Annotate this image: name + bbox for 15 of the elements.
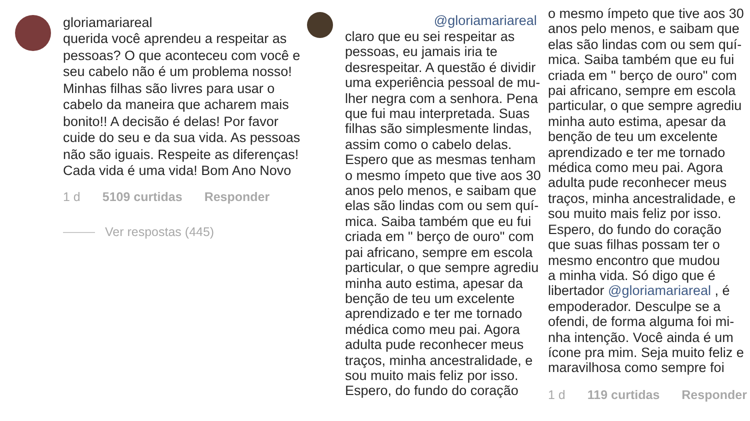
reply-text: claro que eu sei respeitar as pessoas, eu jamais iria te desrespeitar. A questão é dividir uma experiência pessoal de mu- lher negra com a senhora. Pena que fui mau interpretada. Suas filhas são simplesmente lindas, assim como o cabelo delas. Espero que as mesmas tenham o mesmo ímpeto que tive aos 30 anos pelo menos, e saibam que elas são lindas com ou sem quí- mica. Saiba também que eu fui criada em " berço de ouro" com pai africano, sempre em escola particular, o que sempre agrediu minha auto estima, apesar da benção de teu um excelente aprendizado e ter me tornado médica como meu pai. Agora adulta pude reconhecer meus traços, minha ancestralidade, e sou muito mais feliz por isso. Espero, do fundo do coração: [345, 29, 541, 399]
mention-link[interactable]: @gloriamariareal: [434, 12, 537, 29]
likes-count[interactable]: 119 curtidas: [587, 386, 660, 404]
comment-time: 1 d: [63, 188, 80, 206]
comment-text: querida você aprendeu a respeitar as pessoas? O que aconteceu com você e seu cabelo não é um problema nosso! Minhas filhas são livres para usar o cabelo da maneira que acharem mais bonito!! A decisão é delas! Por favor cuide do seu e da sua vida. As pessoas não são iguais. Respeite as diferenças! Cada vida é uma vida! Bom Ano Novo: [63, 31, 300, 180]
reply-link[interactable]: Responder: [204, 188, 270, 206]
reply-text: o mesmo ímpeto que tive aos 30 anos pelo menos, e saibam que elas são lindas com ou sem quí- mica. Saiba também que eu fui criada em " berço de ouro" com pai africano, sempre em escola particular, o que sempre agrediu minha auto estima, apesar da benção de teu um excelente aprendizado e ter me tornado médica como meu pai. Agora adulta pude reconhecer meus traços, minha ancestralidade, e sou muito mais feliz por isso. Espero, do fundo do coração que suas filhas possam ter o mesmo encontro que mudou a minha vida. Só digo que é libertador @gloriamariareal , é empoderador. Desculpe se a ofendi, de forma alguma foi mi- nha intenção. Você ainda é um ícone pra mim. Seja muito feliz e maravilhosa como sempre foi: [548, 6, 745, 376]
mention-link[interactable]: @gloriamariareal: [608, 283, 712, 298]
reply-link[interactable]: Responder: [682, 386, 747, 404]
avatar[interactable]: [307, 12, 333, 38]
avatar[interactable]: [15, 15, 51, 51]
view-replies-link[interactable]: Ver respostas (445): [105, 223, 214, 242]
likes-count[interactable]: 5109 curtidas: [102, 188, 182, 206]
username[interactable]: gloriamariareal: [63, 14, 300, 31]
comment-time: 1 d: [548, 386, 566, 404]
